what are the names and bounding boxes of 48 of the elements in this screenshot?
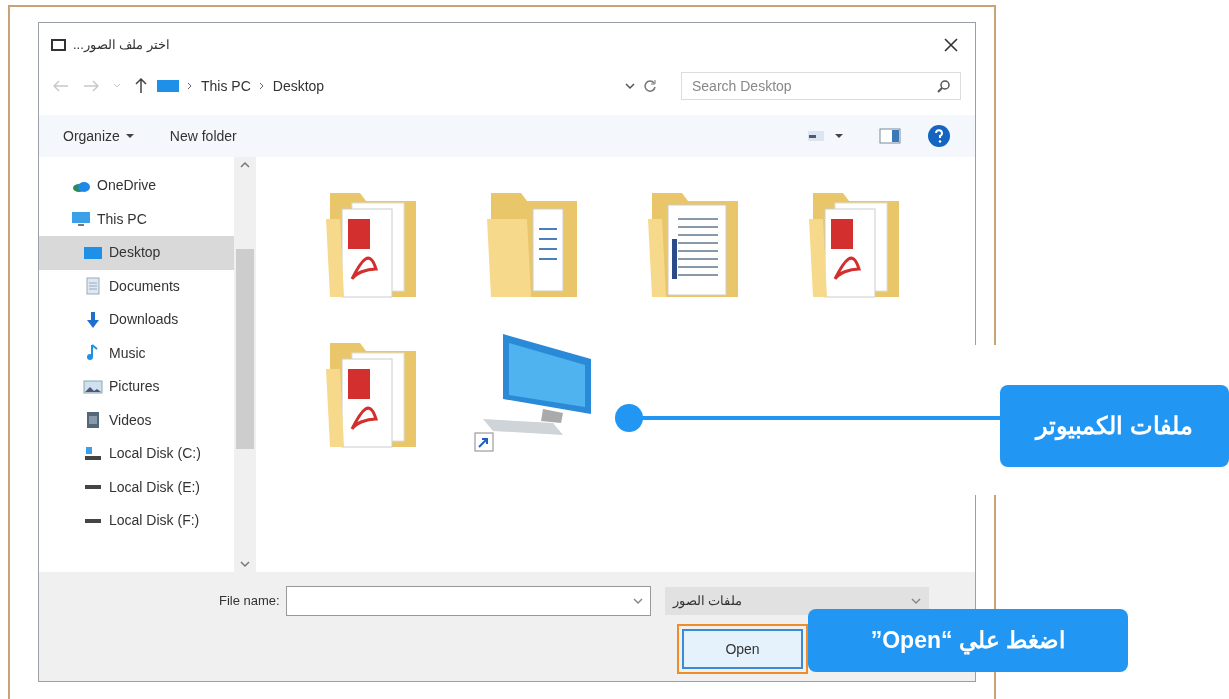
breadcrumb-item[interactable]: Desktop (272, 75, 325, 97)
up-arrow-icon[interactable] (135, 78, 147, 94)
nav-item[interactable]: OneDrive (39, 169, 234, 203)
chevron-down-icon[interactable] (625, 82, 635, 90)
document-icon (83, 277, 103, 296)
nav-item[interactable]: Local Disk (E:) (39, 470, 234, 504)
nav-item[interactable]: Music (39, 336, 234, 370)
nav-item[interactable]: Videos (39, 403, 234, 437)
open-button[interactable]: Open (682, 629, 803, 669)
breadcrumb-item[interactable]: This PC (201, 75, 251, 97)
nav-item[interactable]: Local Disk (F:) (39, 504, 234, 538)
nav-item[interactable]: Downloads (39, 303, 234, 337)
address-bar[interactable]: This PC Desktop (157, 72, 657, 100)
scroll-down-icon[interactable] (240, 560, 250, 568)
caret-icon (125, 133, 134, 139)
nav-item[interactable]: This PC (39, 202, 234, 236)
chevron-down-icon (910, 597, 921, 605)
organize-menu[interactable]: Organize (63, 125, 134, 147)
chevron-icon (258, 82, 265, 90)
nav-item[interactable]: Local Disk (C:) (39, 437, 234, 471)
scrollbar[interactable] (234, 157, 256, 572)
nav-item[interactable]: Documents (39, 269, 234, 303)
preview-pane-icon[interactable] (879, 128, 901, 144)
drive-icon (83, 517, 103, 524)
view-icon[interactable] (807, 129, 825, 143)
chevron-down-icon[interactable] (632, 597, 643, 605)
new-folder-button[interactable]: New folder (169, 125, 237, 147)
chevron-icon (187, 82, 193, 90)
file-type-dropdown[interactable]: ملفات الصور (664, 587, 929, 615)
search-field[interactable]: Search Desktop (681, 72, 961, 100)
scroll-up-icon[interactable] (240, 161, 250, 169)
caret-icon[interactable] (835, 133, 843, 139)
window-title: اختر ملف الصور... (73, 36, 171, 55)
search-icon[interactable] (937, 79, 951, 93)
monitor-icon (157, 78, 179, 94)
drive-icon (83, 444, 103, 463)
picture-icon (83, 377, 103, 396)
monitor-icon (71, 210, 91, 229)
nav-item[interactable]: Desktop (39, 236, 234, 270)
file-name-field[interactable] (285, 586, 651, 616)
callout-label: ملفات الكمبيوتر (1000, 385, 1229, 467)
refresh-icon[interactable] (643, 79, 657, 93)
nav-item[interactable]: Pictures (39, 370, 234, 404)
callout-label: اضغط علي “Open” (808, 609, 1128, 672)
file-name-label: File name: (219, 592, 280, 611)
window-icon (51, 38, 67, 52)
drive-icon (83, 484, 103, 491)
help-icon[interactable] (927, 124, 951, 148)
